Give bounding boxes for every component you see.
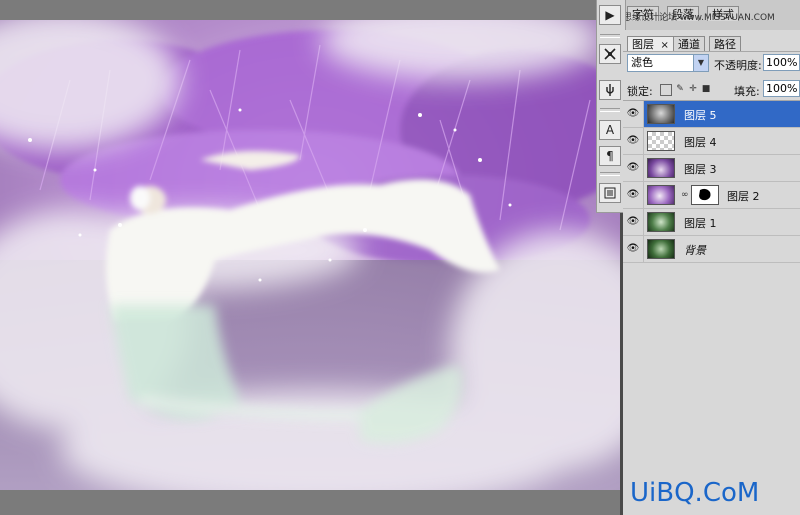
- clone-source-icon[interactable]: [599, 80, 621, 100]
- play-icon[interactable]: ▶: [599, 5, 621, 25]
- layer-name: 背景: [684, 244, 706, 257]
- visibility-cell[interactable]: 👁: [623, 101, 644, 127]
- fill-label: 填充:: [734, 85, 760, 98]
- layer-name: 图层 5: [684, 109, 717, 122]
- dock-separator: [600, 172, 620, 176]
- visibility-cell[interactable]: 👁: [623, 128, 644, 154]
- layer-mask-thumbnail[interactable]: [691, 185, 719, 205]
- layer-row[interactable]: 👁 ∞ 图层 2: [623, 182, 800, 209]
- eye-icon[interactable]: 👁: [626, 216, 640, 227]
- fill-input[interactable]: 100%: [763, 80, 800, 97]
- opacity-input[interactable]: 100%: [763, 54, 800, 71]
- layer-thumbnail: [647, 185, 675, 205]
- character-icon[interactable]: A: [599, 120, 621, 140]
- visibility-cell[interactable]: 👁: [623, 236, 644, 262]
- opacity-label: 不透明度:: [714, 59, 762, 72]
- eye-icon[interactable]: 👁: [626, 189, 640, 200]
- layer-row[interactable]: 👁 图层 1: [623, 209, 800, 236]
- visibility-cell[interactable]: 👁: [623, 155, 644, 181]
- lock-position-icon[interactable]: ✛: [688, 84, 698, 94]
- eye-icon[interactable]: 👁: [626, 162, 640, 173]
- paragraph-icon[interactable]: ¶: [599, 146, 621, 166]
- layer-thumbnail: [647, 212, 675, 232]
- lock-label: 锁定:: [627, 85, 653, 98]
- layer-thumbnail: [647, 239, 675, 259]
- layer-name: 图层 4: [684, 136, 717, 149]
- eye-icon[interactable]: 👁: [626, 243, 640, 254]
- forum-watermark: 思缘设计论坛 www.MISSYUAN.COM: [623, 13, 775, 23]
- layer-thumbnail: [647, 131, 675, 151]
- layer-row[interactable]: 👁 图层 5: [623, 101, 800, 128]
- visibility-cell[interactable]: 👁: [623, 182, 644, 208]
- blend-mode-value: 滤色: [631, 56, 653, 69]
- dock-separator: [600, 108, 620, 112]
- tab-divider: [623, 51, 800, 52]
- eye-icon[interactable]: 👁: [626, 135, 640, 146]
- layers-panel: 图层 × 通道 路径 滤色 ▼ 不透明度: 100% 锁定: ✎ ✛ ■ 填充:…: [623, 30, 800, 515]
- tab-layers-label: 图层: [632, 38, 654, 51]
- visibility-cell[interactable]: 👁: [623, 209, 644, 235]
- tab-layers[interactable]: 图层 ×: [627, 36, 674, 51]
- layer-thumbnail: [647, 104, 675, 124]
- layer-name: 图层 2: [727, 190, 760, 203]
- layer-comps-icon[interactable]: [599, 183, 621, 203]
- tab-paths[interactable]: 路径: [709, 36, 741, 51]
- lock-all-icon[interactable]: ■: [701, 84, 711, 94]
- brush-settings-icon[interactable]: [599, 44, 621, 64]
- eye-icon[interactable]: 👁: [626, 108, 640, 119]
- layer-thumbnail: [647, 158, 675, 178]
- blend-mode-select[interactable]: 滤色 ▼: [627, 54, 709, 72]
- layer-row[interactable]: 👁 背景: [623, 236, 800, 263]
- panel-dock-strip: ▶ A ¶: [596, 0, 626, 213]
- lock-transparent-icon[interactable]: [660, 84, 672, 96]
- layer-name: 图层 1: [684, 217, 717, 230]
- layer-row[interactable]: 👁 图层 4: [623, 128, 800, 155]
- chevron-down-icon[interactable]: ▼: [693, 55, 708, 71]
- canvas-top-margin: [0, 0, 620, 20]
- canvas-bottom-margin: [0, 490, 622, 515]
- dock-separator: [600, 34, 620, 38]
- character-panel-header: 字符 段落 样式 思缘设计论坛 www.MISSYUAN.COM: [623, 0, 800, 31]
- layer-name: 图层 3: [684, 163, 717, 176]
- chain-link-icon[interactable]: ∞: [681, 190, 689, 200]
- close-icon[interactable]: ×: [661, 40, 669, 51]
- lock-image-icon[interactable]: ✎: [675, 84, 685, 94]
- document-canvas[interactable]: [0, 20, 620, 490]
- tab-channels[interactable]: 通道: [673, 36, 705, 51]
- layer-row[interactable]: 👁 图层 3: [623, 155, 800, 182]
- site-watermark: UiBQ.CoM: [630, 478, 760, 508]
- photo-artwork: [0, 20, 620, 490]
